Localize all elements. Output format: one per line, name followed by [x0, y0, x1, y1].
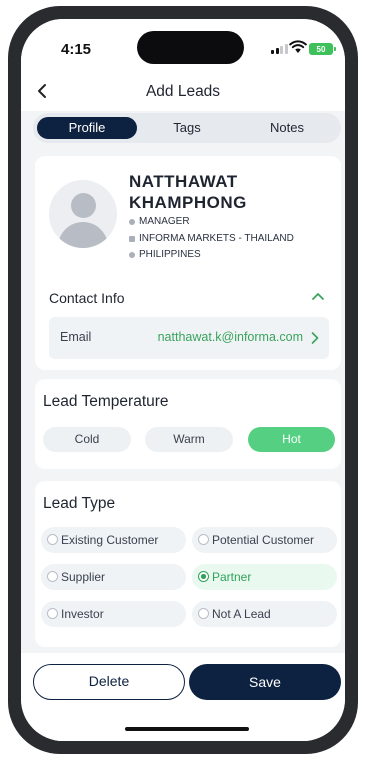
page-title: Add Leads — [145, 83, 221, 100]
lead-type-supplier[interactable]: Supplier — [41, 564, 186, 590]
name-line-1: NATTHAWAT — [129, 172, 238, 191]
dynamic-island — [137, 31, 244, 64]
country: PHILIPPINES — [129, 249, 201, 260]
radio-icon — [47, 571, 58, 582]
temp-cold-button[interactable]: Cold — [43, 427, 131, 452]
tab-notes[interactable]: Notes — [237, 117, 337, 139]
segmented-tabs: Profile Tags Notes — [33, 113, 341, 143]
radio-icon — [198, 534, 209, 545]
contact-name: NATTHAWAT KHAMPHONG — [129, 171, 329, 213]
lead-type-not-a-lead[interactable]: Not A Lead — [192, 601, 337, 627]
wifi-icon — [289, 40, 307, 53]
lead-type-heading: Lead Type — [43, 495, 116, 512]
avatar-placeholder-icon — [49, 180, 117, 248]
building-icon — [129, 235, 135, 242]
temp-warm-button[interactable]: Warm — [145, 427, 233, 452]
bottom-action-bar: Delete Save — [21, 653, 345, 741]
lead-type-card: Lead Type Existing Customer Potential Cu… — [35, 481, 341, 647]
email-row[interactable]: Email natthawat.k@informa.com — [49, 317, 329, 359]
save-button[interactable]: Save — [189, 664, 341, 700]
option-label: Existing Customer — [61, 533, 159, 547]
radio-icon — [47, 608, 58, 619]
profile-card: NATTHAWAT KHAMPHONG MANAGER INFORMA MARK… — [35, 156, 341, 370]
globe-icon — [129, 251, 135, 258]
status-time: 4:15 — [61, 41, 92, 58]
lead-temperature-card: Lead Temperature Cold Warm Hot — [35, 379, 341, 469]
tab-tags[interactable]: Tags — [137, 117, 237, 139]
radio-selected-icon — [198, 571, 209, 582]
status-bar: 4:15 50 — [21, 19, 345, 79]
signal-icon — [271, 44, 288, 54]
option-label: Not A Lead — [212, 607, 271, 621]
email-label: Email — [60, 330, 92, 344]
battery-icon: 50 — [309, 43, 336, 55]
option-label: Potential Customer — [212, 533, 315, 547]
nav-bar: Add Leads — [21, 79, 345, 111]
option-label: Supplier — [61, 570, 106, 584]
person-icon — [129, 218, 135, 225]
lead-type-investor[interactable]: Investor — [41, 601, 186, 627]
job-title-text: MANAGER — [139, 216, 190, 227]
company-text: INFORMA MARKETS - THAILAND — [139, 233, 294, 244]
country-text: PHILIPPINES — [139, 249, 201, 260]
home-indicator[interactable] — [125, 727, 249, 731]
phone-frame: 4:15 50 Add Leads Profile Tags Notes NAT… — [8, 6, 358, 754]
radio-icon — [198, 608, 209, 619]
delete-button[interactable]: Delete — [33, 664, 185, 700]
name-line-2: KHAMPHONG — [129, 193, 247, 212]
lead-temperature-heading: Lead Temperature — [43, 393, 169, 410]
screen: 4:15 50 Add Leads Profile Tags Notes NAT… — [21, 19, 345, 741]
tab-profile[interactable]: Profile — [37, 117, 137, 139]
temp-hot-button[interactable]: Hot — [248, 427, 335, 452]
lead-type-potential-customer[interactable]: Potential Customer — [192, 527, 337, 553]
option-label: Partner — [212, 570, 252, 584]
chevron-right-icon — [311, 332, 319, 344]
job-title: MANAGER — [129, 216, 190, 227]
lead-type-existing-customer[interactable]: Existing Customer — [41, 527, 186, 553]
chevron-up-icon[interactable] — [311, 290, 325, 302]
lead-type-partner[interactable]: Partner — [192, 564, 337, 590]
email-value: natthawat.k@informa.com — [157, 330, 303, 344]
company: INFORMA MARKETS - THAILAND — [129, 233, 294, 244]
option-label: Investor — [61, 607, 104, 621]
contact-info-heading: Contact Info — [49, 290, 125, 306]
radio-icon — [47, 534, 58, 545]
